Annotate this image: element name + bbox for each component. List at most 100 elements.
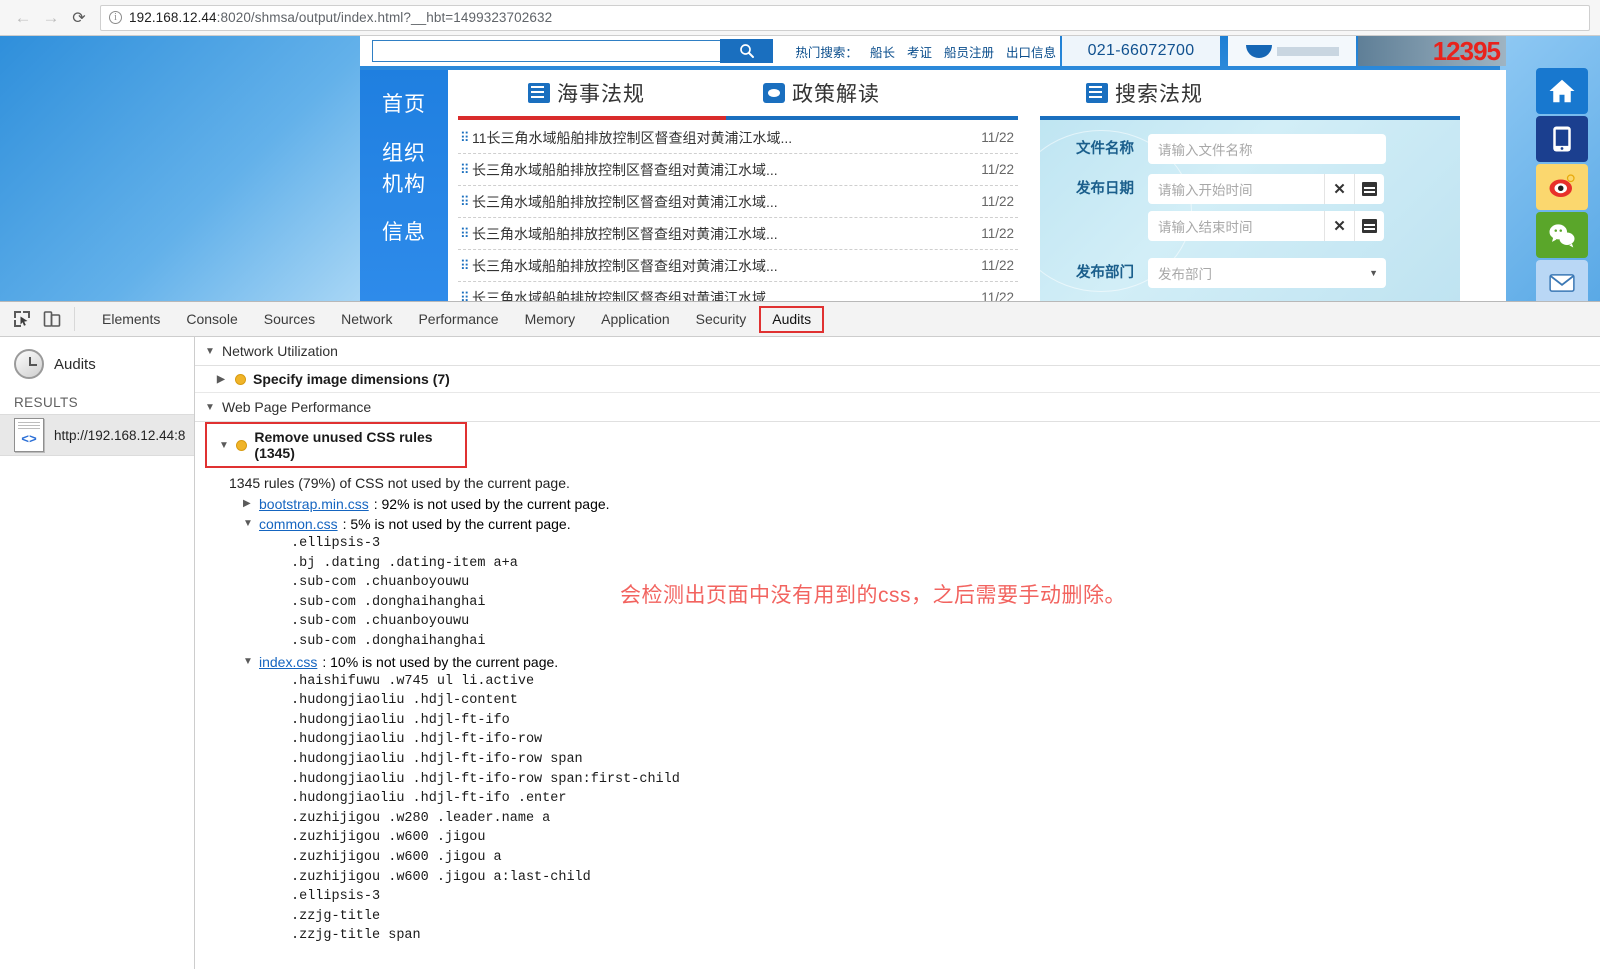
site-search-button[interactable]	[719, 39, 774, 63]
list-item[interactable]: ⠿ 长三角水域船舶排放控制区督查组对黄浦江水域... 11/22	[458, 282, 1018, 302]
rule-remove-unused-css-label: Remove unused CSS rules (1345)	[254, 429, 433, 461]
start-date-input[interactable]: 请输入开始时间	[1148, 174, 1324, 204]
document-code-icon: <>	[14, 418, 44, 452]
devtools-panel: Elements Console Sources Network Perform…	[0, 301, 1600, 969]
form-row-filename: 文件名称 请输入文件名称	[1040, 134, 1444, 164]
section-web-page-performance[interactable]: ▼ Web Page Performance	[195, 393, 1600, 422]
float-mail-button[interactable]	[1536, 260, 1588, 301]
url-path: :8020/shmsa/output/index.html?__hbt=1499…	[216, 10, 553, 25]
tab-policy-interpretation-label: 政策解读	[792, 83, 880, 106]
file-link-index[interactable]: index.css	[259, 652, 317, 672]
tab-memory[interactable]: Memory	[512, 302, 589, 336]
site-logo	[1228, 36, 1356, 66]
url-text: 192.168.12.44:8020/shmsa/output/index.ht…	[129, 10, 552, 25]
float-weibo-button[interactable]	[1536, 164, 1588, 210]
selector-item: .hudongjiaoliu .hdjl-ft-ifo-row span	[291, 751, 583, 767]
selector-item: .ellipsis-3	[291, 536, 381, 551]
list-item[interactable]: ⠿ 长三角水域船舶排放控制区督查组对黄浦江水域... 11/22	[458, 186, 1018, 218]
list-item[interactable]: ⠿ 长三角水域船舶排放控制区督查组对黄浦江水域... 11/22	[458, 250, 1018, 282]
end-date-input[interactable]: 请输入结束时间	[1148, 211, 1324, 241]
selector-item: .hudongjiaoliu .hdjl-ft-ifo	[291, 712, 510, 728]
tab-console[interactable]: Console	[173, 302, 250, 336]
file-link-bootstrap[interactable]: bootstrap.min.css	[259, 494, 369, 514]
sidebar-item-org[interactable]: 组织 机构	[382, 138, 426, 200]
hot-search-item-1[interactable]: 考证	[907, 46, 932, 60]
mail-icon	[1549, 274, 1575, 292]
calendar-icon	[1362, 182, 1377, 196]
section-network-utilization[interactable]: ▼ Network Utilization	[195, 337, 1600, 366]
float-home-button[interactable]	[1536, 68, 1588, 114]
tab-elements[interactable]: Elements	[89, 302, 173, 336]
page-content-card: 首页 组织 机构 信息 海事法规 政策解读 ⠿ 11长三角水域船舶排放控制区督查…	[360, 70, 1506, 301]
selector-item: .hudongjiaoliu .hdjl-ft-ifo-row span:fir…	[291, 771, 680, 787]
sidebar-item-home[interactable]: 首页	[382, 90, 426, 120]
tab-network[interactable]: Network	[328, 302, 405, 336]
section-web-page-performance-label: Web Page Performance	[222, 399, 372, 415]
start-date-clear-icon[interactable]: ✕	[1324, 174, 1354, 204]
audit-result-item[interactable]: <> http://192.168.12.44:8	[0, 414, 194, 456]
tab-maritime-regulations[interactable]: 海事法规	[528, 78, 645, 108]
list-item[interactable]: ⠿ 长三角水域船舶排放控制区督查组对黄浦江水域... 11/22	[458, 218, 1018, 250]
tab-sources[interactable]: Sources	[251, 302, 328, 336]
reload-button[interactable]: ⟳	[66, 5, 92, 31]
hot-search-label: 热门搜索：	[795, 45, 858, 60]
address-bar[interactable]: i 192.168.12.44:8020/shmsa/output/index.…	[100, 4, 1590, 31]
tab-performance[interactable]: Performance	[405, 302, 511, 336]
sidebar-item-org-line2: 机构	[382, 173, 426, 196]
file-entry-bootstrap[interactable]: ▶ bootstrap.min.css : 92% is not used by…	[229, 494, 1600, 514]
devtools-tabbar: Elements Console Sources Network Perform…	[0, 302, 1600, 337]
list-item[interactable]: ⠿ 长三角水域船舶排放控制区督查组对黄浦江水域... 11/22	[458, 154, 1018, 186]
chevron-down-icon: ▼	[205, 345, 215, 357]
file-link-common[interactable]: common.css	[259, 514, 338, 534]
selector-item: .hudongjiaoliu .hdjl-ft-ifo-row	[291, 732, 543, 748]
site-search-input[interactable]	[372, 40, 722, 62]
contact-phone: 021-66072700	[1062, 36, 1220, 66]
float-wechat-button[interactable]	[1536, 212, 1588, 258]
hot-search-item-2[interactable]: 船员注册	[944, 46, 994, 60]
device-toolbar-icon[interactable]	[42, 309, 62, 329]
start-date-calendar-button[interactable]	[1354, 174, 1384, 204]
start-date-group: 请输入开始时间 ✕	[1148, 174, 1444, 204]
department-select[interactable]: 发布部门 ▼	[1148, 258, 1386, 288]
selector-item: .zzjg-title span	[291, 928, 421, 944]
news-date: 11/22	[981, 258, 1014, 273]
rule-specify-image-dimensions[interactable]: ▶ Specify image dimensions (7)	[195, 366, 1600, 393]
file-entry-common[interactable]: ▼ common.css : 5% is not used by the cur…	[229, 514, 1600, 534]
selector-item: .sub-com .chuanboyouwu	[291, 614, 470, 630]
tab-security[interactable]: Security	[683, 302, 760, 336]
hot-search-area: 热门搜索： 船长 考证 船员注册 出口信息	[795, 42, 1056, 61]
bullet-dots-icon: ⠿	[460, 225, 470, 241]
browser-toolbar: ← → ⟳ i 192.168.12.44:8020/shmsa/output/…	[0, 0, 1600, 36]
devtools-tool-icons	[6, 307, 75, 331]
sidebar-item-org-line1: 组织	[382, 142, 426, 165]
audits-title: Audits	[54, 355, 96, 373]
tab-application[interactable]: Application	[588, 302, 683, 336]
rule-remove-unused-css[interactable]: ▼ Remove unused CSS rules (1345)	[205, 422, 467, 468]
warning-bullet-icon	[235, 373, 246, 385]
list-item[interactable]: ⠿ 11长三角水域船舶排放控制区督查组对黄浦江水域... 11/22	[458, 122, 1018, 154]
mobile-icon	[1553, 126, 1571, 152]
file-name-input[interactable]: 请输入文件名称	[1148, 134, 1386, 164]
chevron-right-icon: ▶	[217, 373, 225, 385]
rule-specify-image-dimensions-label: Specify image dimensions (7)	[253, 371, 450, 387]
inspect-element-icon[interactable]	[12, 309, 32, 329]
devtools-tabs: Elements Console Sources Network Perform…	[75, 302, 825, 336]
page-left-gradient	[0, 36, 360, 301]
regulations-panel: 海事法规 政策解读 ⠿ 11长三角水域船舶排放控制区督查组对黄浦江水域... 1…	[448, 70, 1028, 301]
sidebar-item-info[interactable]: 信息	[382, 218, 426, 248]
audits-panel-header: Audits	[0, 337, 194, 389]
end-date-clear-icon[interactable]: ✕	[1324, 211, 1354, 241]
file-entry-index[interactable]: ▼ index.css : 10% is not used by the cur…	[229, 652, 1600, 672]
forward-button[interactable]: →	[38, 5, 64, 31]
tab-policy-interpretation[interactable]: 政策解读	[763, 78, 880, 108]
back-button[interactable]: ←	[10, 5, 36, 31]
selector-item: .sub-com .donghaihanghai	[291, 633, 486, 649]
float-mobile-button[interactable]	[1536, 116, 1588, 162]
hot-search-item-0[interactable]: 船长	[870, 46, 895, 60]
end-date-calendar-button[interactable]	[1354, 211, 1384, 241]
hot-search-item-3[interactable]: 出口信息	[1006, 46, 1056, 60]
tab-audits[interactable]: Audits	[759, 305, 825, 333]
site-info-icon[interactable]: i	[109, 11, 122, 24]
audits-sidebar: Audits RESULTS <> http://192.168.12.44:8	[0, 337, 195, 969]
unused-css-details: 1345 rules (79%) of CSS not used by the …	[195, 468, 1600, 946]
